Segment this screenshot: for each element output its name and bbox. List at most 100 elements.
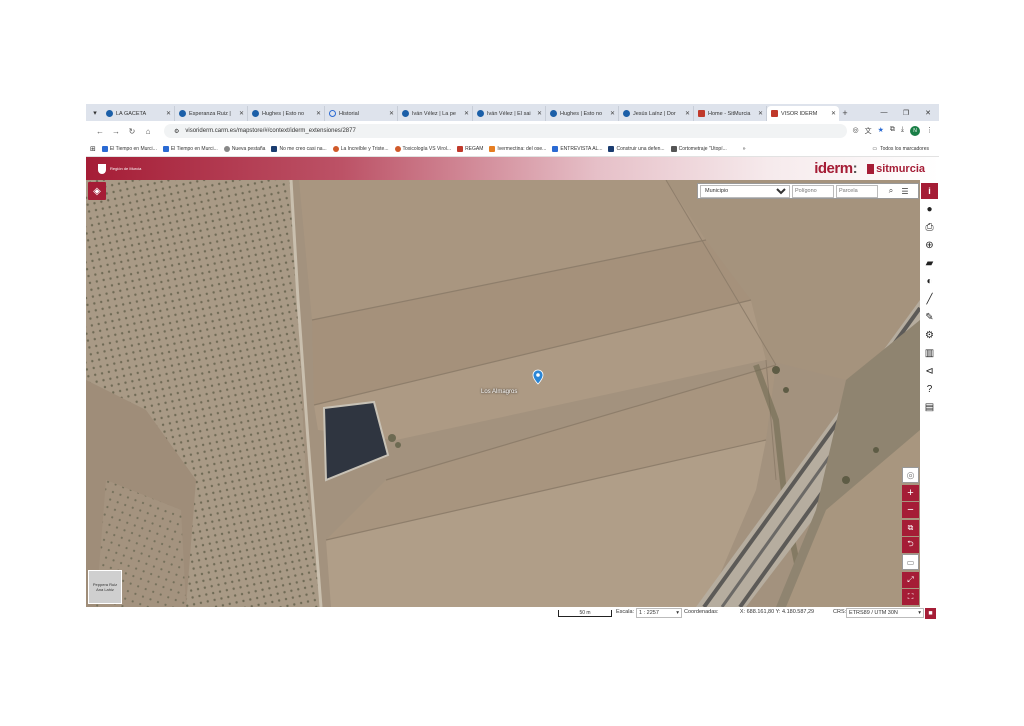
upload-icon: ⊕ [925, 239, 934, 251]
user-icon: ● [926, 203, 933, 215]
reload-icon[interactable]: ↻ [124, 127, 140, 136]
layers-button[interactable]: ◈ [88, 182, 106, 200]
close-icon[interactable]: ✕ [610, 110, 615, 117]
app-header: Región de Murcia iderm: sitmurcia [86, 157, 939, 180]
bookmark-favicon-icon [332, 145, 339, 152]
restore-icon[interactable]: ❐ [895, 109, 917, 117]
background-selector-thumbnail[interactable]: Peppera Ruiz Ana Lahiz [88, 570, 122, 604]
bookmark-item[interactable]: El Tiempo en Murci... [162, 145, 218, 152]
map-view[interactable]: ◈ Municipio ⌕ ☰ Los Almagros Peppera Rui… [86, 180, 920, 607]
region-crest-logo: Región de Murcia [98, 163, 141, 174]
minimize-icon[interactable]: — [873, 109, 895, 117]
expand-button[interactable]: ⤢ [902, 572, 919, 588]
share-link-button[interactable]: ⧉ [902, 520, 919, 536]
zoom-out-button[interactable]: − [902, 502, 919, 518]
close-icon[interactable]: ✕ [685, 110, 690, 117]
menu-icon[interactable]: ⋮ [926, 126, 933, 136]
apps-icon[interactable]: ⊞ [90, 145, 96, 153]
avatar[interactable]: N [910, 126, 920, 136]
bookmark-favicon-icon [101, 145, 108, 152]
close-icon[interactable]: ✕ [389, 110, 394, 117]
crs-select[interactable]: ETRS89 / UTM 30N ▾ [846, 608, 924, 618]
share-button[interactable]: ⊲ [921, 363, 938, 379]
right-toolbar: i ● ⎙ ⊕ ▰ ◐ ╱ ✎ ⚙ ▥ ⊲ ? ▤ [920, 180, 939, 607]
upload-button[interactable]: ⊕ [921, 237, 938, 253]
catalog-button[interactable]: ▥ [921, 345, 938, 361]
bookmark-item[interactable]: ENTREVISTA AL... [552, 145, 602, 152]
folder-open-icon: ▰ [925, 257, 934, 269]
bookmark-item[interactable]: La Increíble y Triste... [332, 145, 389, 152]
address-bar: ← → ↻ ⌂ ⚙ visoriderm.carm.es/mapstore/#/… [86, 121, 939, 141]
tab-search-icon[interactable]: ▾ [88, 104, 102, 121]
scale-bar: 50 m [558, 610, 612, 617]
url-field[interactable]: ⚙ visoriderm.carm.es/mapstore/#/context/… [164, 124, 847, 138]
tab-9[interactable]: Home - SitMurcia ✕ [694, 106, 767, 121]
info-button[interactable]: i [921, 183, 938, 199]
bookmark-item[interactable]: No me creo casi na... [271, 145, 327, 152]
scale-select[interactable]: 1 : 2257 ▾ [636, 608, 682, 618]
hamburger-menu-icon[interactable]: ☰ [898, 187, 912, 196]
parcela-input[interactable] [836, 184, 878, 198]
poligono-input[interactable] [792, 184, 834, 198]
extensions-icon[interactable]: ⧉ [890, 126, 895, 136]
downloads-icon[interactable]: ⤓ [901, 126, 904, 136]
crest-icon [98, 163, 106, 174]
zoom-in-button[interactable]: + [902, 485, 919, 501]
translate-icon[interactable]: 文 [865, 126, 872, 136]
home-icon[interactable]: ⌂ [140, 127, 156, 136]
star-icon[interactable]: ★ [878, 126, 884, 136]
tab-7[interactable]: Hughes | Esto no ✕ [546, 106, 619, 121]
undo-icon: ⮌ [907, 539, 914, 548]
back-icon[interactable]: ← [92, 127, 108, 136]
previous-view-button[interactable]: ⮌ [902, 537, 919, 553]
site-info-icon[interactable]: ⚙ [174, 128, 179, 135]
scale-label: Escala: [616, 609, 635, 615]
municipio-select[interactable]: Municipio [700, 184, 790, 198]
forward-icon[interactable]: → [108, 127, 124, 136]
all-bookmarks-folder[interactable]: ▭ Todos los marcadores [872, 146, 929, 152]
bookmark-item[interactable]: Toxicología VS Virol... [394, 145, 451, 152]
print-button[interactable]: ⎙ [921, 219, 938, 235]
bookmark-item[interactable]: El Tiempo en Murci... [101, 145, 157, 152]
zoom-to-extent-button[interactable]: ▭ [902, 554, 919, 570]
close-icon[interactable]: ✕ [166, 110, 171, 117]
fullscreen-button[interactable]: ⛶ [902, 589, 919, 605]
close-icon[interactable]: ✕ [316, 110, 321, 117]
measure-button[interactable]: ╱ [921, 291, 938, 307]
tab-1[interactable]: LA GACETA ✕ [102, 106, 175, 121]
help-button[interactable]: ? [921, 381, 938, 397]
tab-8[interactable]: Jesús Laínz | Dor ✕ [619, 106, 694, 121]
tab-6[interactable]: Iván Vélez | El sai ✕ [473, 106, 546, 121]
locate-button[interactable]: ◎ [902, 467, 919, 483]
tab-10-active[interactable]: VISOR IDERM ✕ [767, 106, 839, 121]
document-button[interactable]: ▤ [921, 399, 938, 415]
close-icon[interactable]: ✕ [537, 110, 542, 117]
close-window-icon[interactable]: ✕ [917, 109, 939, 117]
bookmark-item[interactable]: Nueva pestaña [223, 145, 265, 152]
open-folder-button[interactable]: ▰ [921, 255, 938, 271]
new-tab-button[interactable]: + [839, 108, 851, 118]
tab-4[interactable]: Historial ✕ [325, 106, 398, 121]
tab-2[interactable]: Esperanza Ruiz | ✕ [175, 106, 248, 121]
close-icon[interactable]: ✕ [464, 110, 469, 117]
bookmark-item[interactable]: Cortometraje "Utopí... [670, 145, 727, 152]
tab-3[interactable]: Hughes | Esto no ✕ [248, 106, 325, 121]
eye-off-icon[interactable]: ◎ [853, 126, 859, 136]
globe-button[interactable]: ◐ [921, 273, 938, 289]
printer-icon: ⎙ [925, 221, 934, 233]
close-icon[interactable]: ✕ [758, 110, 763, 117]
document-icon: ▤ [924, 401, 935, 413]
bookmark-item[interactable]: REGAM [457, 145, 483, 152]
close-icon[interactable]: ✕ [831, 110, 836, 117]
search-icon[interactable]: ⌕ [884, 186, 898, 196]
settings-button[interactable]: ⚙ [921, 327, 938, 343]
bookmark-item[interactable]: Ivermectina: del ose... [489, 145, 546, 152]
more-bookmarks-icon[interactable]: » [743, 146, 746, 152]
user-button[interactable]: ● [921, 201, 938, 217]
annotate-button[interactable]: ✎ [921, 309, 938, 325]
close-icon[interactable]: ✕ [239, 110, 244, 117]
ruler-icon: ╱ [926, 293, 933, 305]
bookmark-item[interactable]: Construir una defen... [608, 145, 665, 152]
tab-5[interactable]: Iván Vélez | La pe ✕ [398, 106, 473, 121]
trash-button[interactable]: ■ [925, 608, 936, 619]
